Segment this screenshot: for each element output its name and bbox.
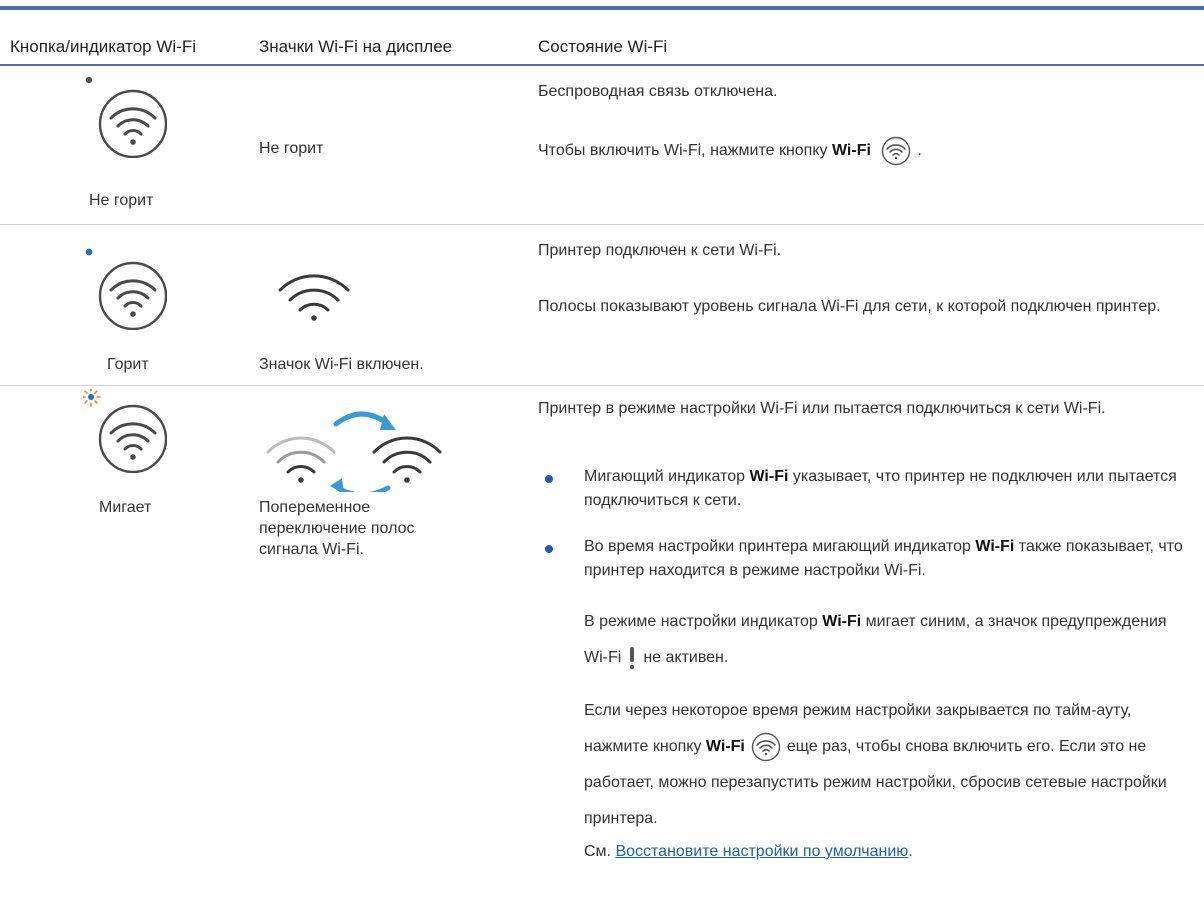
bullet-item-2: Во время настройки принтера мигающий инд… [584,538,1183,579]
status-text: Принтер подключен к сети Wi-Fi. [538,242,782,259]
wifi-warning-icon [630,646,635,669]
wifi-button-inline-icon [751,732,781,761]
restore-defaults-link[interactable]: Восстановите настройки по умолчанию [615,843,908,860]
bullet-marker [545,475,553,483]
table-row-on: Горит Значок Wi-Fi включен. Принтер подк… [0,225,1204,386]
header-display-icons: Значки Wi-Fi на дисплее [259,37,453,56]
button-state-caption: Не горит [89,192,154,209]
bullet-item-1: Мигающий индикатор Wi-Fi указывает, что … [584,468,1177,509]
table-header: Кнопка/индикатор Wi-Fi Значки Wi-Fi на д… [0,10,1204,66]
setup-mode-note: В режиме настройки индикатор Wi-Fi мигае… [584,604,1174,676]
header-wifi-status: Состояние Wi-Fi [538,37,668,56]
status-text: Беспроводная связь отключена. [538,83,778,100]
wifi-button-inline-icon [882,136,911,166]
wifi-button-on-icon [85,248,167,330]
button-state-caption: Мигает [99,499,152,516]
wifi-button-off-icon [85,76,167,158]
display-state-text: Не горит [259,140,324,157]
status-text: Принтер в режиме настройки Wi-Fi или пыт… [538,400,1106,417]
wifi-display-icon [278,274,350,321]
status-instruction: Чтобы включить Wi-Fi, нажмите кнопку Wi-… [538,136,922,166]
display-state-caption: Попеременное переключение полос сигнала … [259,499,415,558]
wifi-alternating-bars-icon [266,411,442,492]
status-detail: Полосы показывают уровень сигнала Wi-Fi … [538,298,1161,315]
see-also: См. Восстановите настройки по умолчанию. [584,843,913,860]
timeout-note: Если через некоторое время режим настрой… [584,702,1167,827]
display-state-caption: Значок Wi-Fi включен. [259,356,424,373]
table-row-blinking: Мигает Попеременное переключение полос с… [0,386,1204,901]
bullet-marker [545,545,553,553]
button-state-caption: Горит [107,356,149,373]
table-row-off: Не горит Не горит Беспроводная связь отк… [0,66,1204,225]
wifi-button-blinking-icon [83,389,167,473]
header-button-indicator: Кнопка/индикатор Wi-Fi [10,37,197,56]
